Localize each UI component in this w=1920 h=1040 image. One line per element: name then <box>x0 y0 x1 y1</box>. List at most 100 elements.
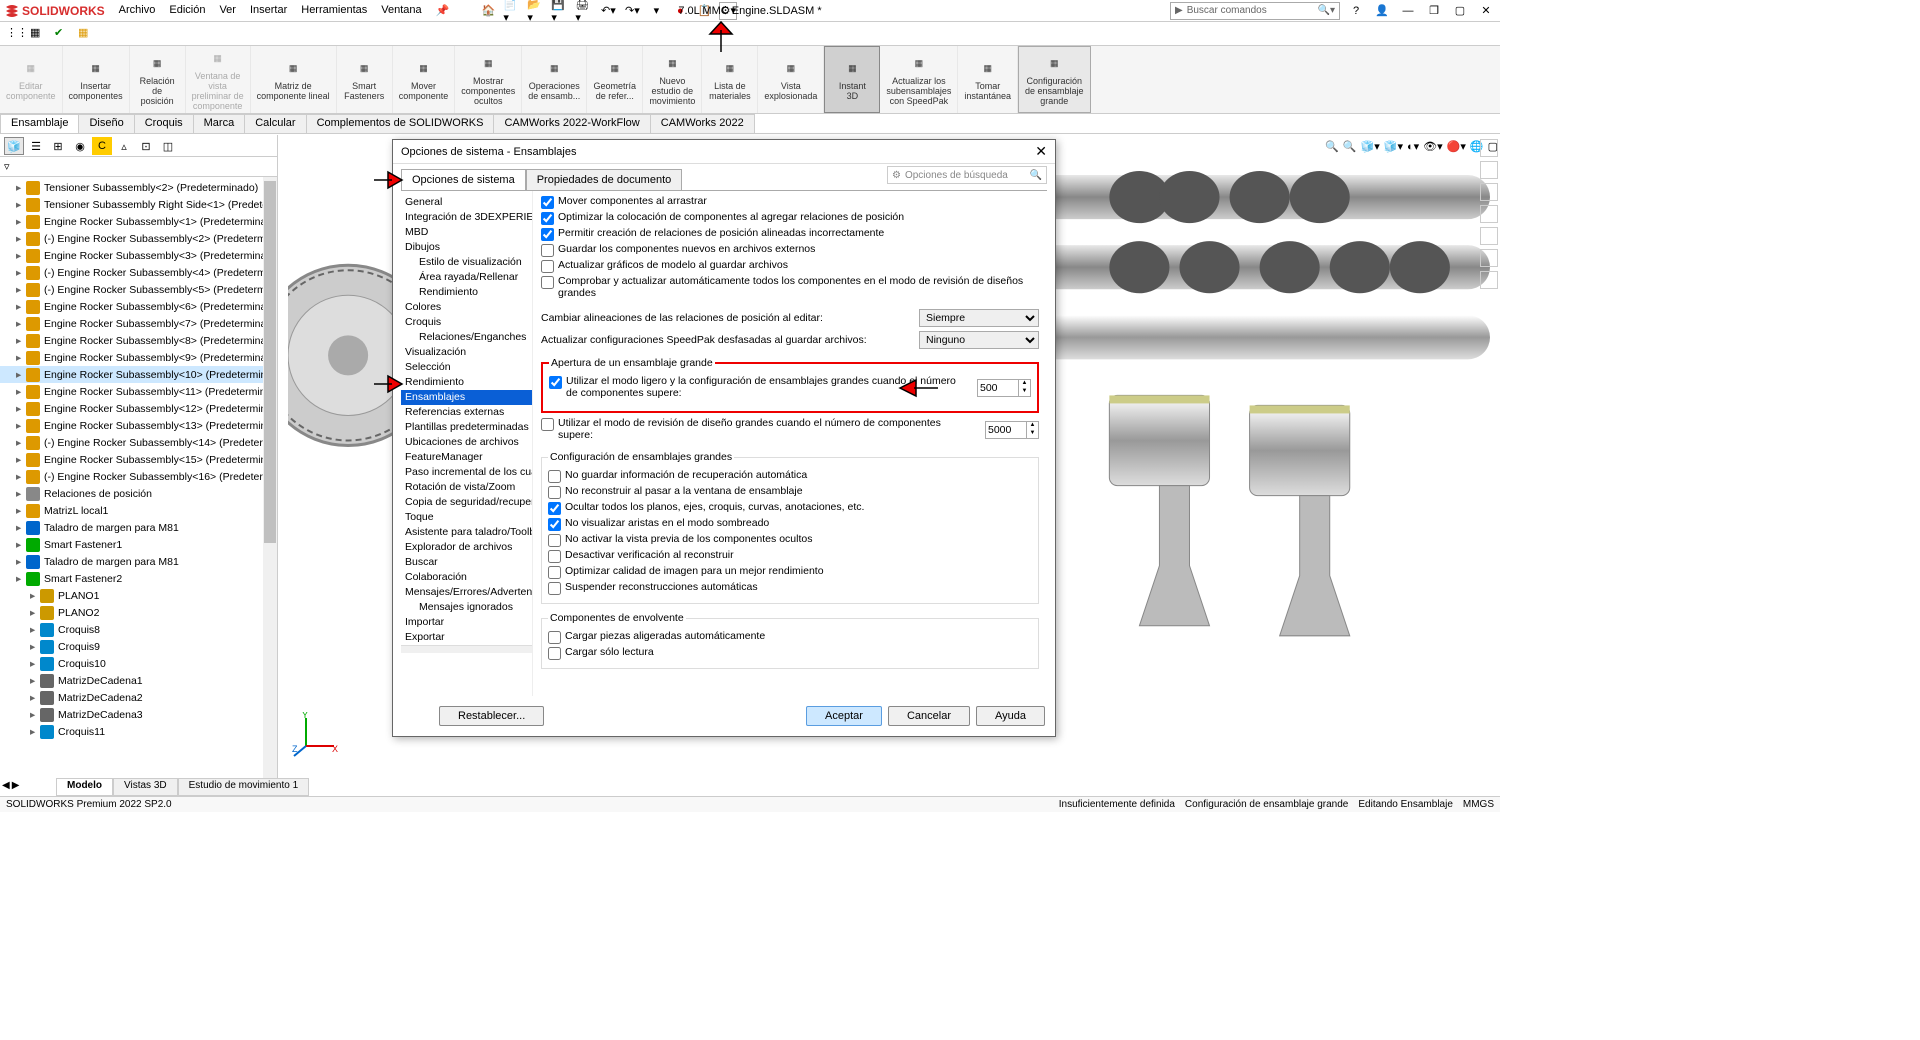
ribbon-btn-12[interactable]: ▦Vistaexplosionada <box>758 46 824 113</box>
category-item[interactable]: Asistente para taladro/Toolbox <box>401 525 532 540</box>
close-icon[interactable]: ✕ <box>1476 2 1496 20</box>
btab-prev-icon[interactable]: ◀ <box>2 780 10 794</box>
ribbon-tab-4[interactable]: Calcular <box>244 114 306 133</box>
menu-archivo[interactable]: Archivo <box>119 4 156 17</box>
minimize-icon[interactable]: — <box>1398 2 1418 20</box>
tree-tab-6-icon[interactable]: ▵ <box>114 137 134 155</box>
tree-item[interactable]: ▸MatrizDeCadena1 <box>0 672 277 689</box>
option-checkbox[interactable]: Permitir creación de relaciones de posic… <box>541 227 1039 241</box>
category-item[interactable]: Explorador de archivos <box>401 540 532 555</box>
category-item[interactable]: Buscar <box>401 555 532 570</box>
tree-item[interactable]: ▸Croquis10 <box>0 655 277 672</box>
tree-item[interactable]: ▸(-) Engine Rocker Subassembly<14> (Pred… <box>0 434 277 451</box>
category-item[interactable]: Relaciones/Enganches <box>401 330 532 345</box>
ribbon-btn-6[interactable]: ▦Movercomponente <box>393 46 456 113</box>
tree-item[interactable]: ▸Engine Rocker Subassembly<7> (Predeterm… <box>0 315 277 332</box>
redo-icon[interactable]: ↷▾ <box>623 2 641 20</box>
tree-item[interactable]: ▸MatrizDeCadena3 <box>0 706 277 723</box>
tree-item[interactable]: ▸Engine Rocker Subassembly<8> (Predeterm… <box>0 332 277 349</box>
tab-doc-properties[interactable]: Propiedades de documento <box>526 169 683 190</box>
tree-item[interactable]: ▸Engine Rocker Subassembly<10> (Predeter… <box>0 366 277 383</box>
qat-asm-icon[interactable]: ▦ <box>78 26 94 42</box>
undo-icon[interactable]: ↶▾ <box>599 2 617 20</box>
open-icon[interactable]: 📂▾ <box>527 2 545 20</box>
ribbon-btn-16[interactable]: ▦Configuraciónde ensamblajegrande <box>1018 46 1091 113</box>
tree-item[interactable]: ▸Engine Rocker Subassembly<3> (Predeterm… <box>0 247 277 264</box>
category-item[interactable]: Mensajes/Errores/Advertencias <box>401 585 532 600</box>
tree-tab-8-icon[interactable]: ◫ <box>158 137 178 155</box>
category-item[interactable]: FeatureManager <box>401 450 532 465</box>
category-item[interactable]: Copia de seguridad/recuperar <box>401 495 532 510</box>
option-checkbox[interactable]: Mover componentes al arrastrar <box>541 195 1039 209</box>
category-item[interactable]: Área rayada/Rellenar <box>401 270 532 285</box>
category-item[interactable]: Dibujos <box>401 240 532 255</box>
tree-item[interactable]: ▸Taladro de margen para M81 <box>0 519 277 536</box>
category-list[interactable]: GeneralIntegración de 3DEXPERIENCEMBDDib… <box>401 191 533 696</box>
option-checkbox[interactable]: No guardar información de recuperación a… <box>548 469 1032 483</box>
tree-item[interactable]: ▸MatrizDeCadena2 <box>0 689 277 706</box>
home-icon[interactable]: 🏠 <box>479 2 497 20</box>
command-search[interactable]: ▶ Buscar comandos🔍▾ <box>1170 2 1340 20</box>
tree-item[interactable]: ▸Engine Rocker Subassembly<1> (Predeterm… <box>0 213 277 230</box>
option-checkbox[interactable]: No reconstruir al pasar a la ventana de … <box>548 485 1032 499</box>
align-select[interactable]: Siempre <box>919 309 1039 327</box>
tree-tab-feature-icon[interactable]: 🧊 <box>4 137 24 155</box>
category-item[interactable]: Integración de 3DEXPERIENCE <box>401 210 532 225</box>
lightweight-threshold-input[interactable]: ▲▼ <box>977 379 1031 397</box>
taskpane-custom-icon[interactable] <box>1480 249 1498 267</box>
category-item[interactable]: Colores <box>401 300 532 315</box>
option-checkbox[interactable]: Actualizar gráficos de modelo al guardar… <box>541 259 1039 273</box>
print-icon[interactable]: 🖨▾ <box>575 2 593 20</box>
filter-icon[interactable]: ▿ <box>4 160 10 173</box>
ribbon-btn-13[interactable]: ▦Instant3D <box>824 46 880 113</box>
taskpane-home-icon[interactable] <box>1480 139 1498 157</box>
ribbon-btn-4[interactable]: ▦Matriz decomponente lineal <box>251 46 337 113</box>
tree-item[interactable]: ▸Engine Rocker Subassembly<11> (Predeter… <box>0 383 277 400</box>
tree-item[interactable]: ▸Croquis9 <box>0 638 277 655</box>
tree-item[interactable]: ▸Engine Rocker Subassembly<12> (Predeter… <box>0 400 277 417</box>
qat-grid-icon[interactable]: ⋮⋮ <box>6 26 22 42</box>
category-item[interactable]: Croquis <box>401 315 532 330</box>
status-units[interactable]: MMGS <box>1463 799 1494 810</box>
select-icon[interactable]: ▾ <box>647 2 665 20</box>
option-checkbox[interactable]: Optimizar calidad de imagen para un mejo… <box>548 565 1032 579</box>
ribbon-btn-7[interactable]: ▦Mostrarcomponentesocultos <box>455 46 522 113</box>
ribbon-btn-10[interactable]: ▦Nuevoestudio demovimiento <box>643 46 702 113</box>
ribbon-tab-5[interactable]: Complementos de SOLIDWORKS <box>306 114 495 133</box>
category-item[interactable]: Visualización <box>401 345 532 360</box>
option-checkbox[interactable]: Cargar sólo lectura <box>548 646 1032 660</box>
tree-item[interactable]: ▸Tensioner Subassembly<2> (Predeterminad… <box>0 179 277 196</box>
options-search[interactable]: ⚙ Opciones de búsqueda🔍 <box>887 166 1047 184</box>
category-item[interactable]: Mensajes ignorados <box>401 600 532 615</box>
category-item[interactable]: Referencias externas <box>401 405 532 420</box>
tree-item[interactable]: ▸Croquis8 <box>0 621 277 638</box>
help-button[interactable]: Ayuda <box>976 706 1045 726</box>
ribbon-tab-2[interactable]: Croquis <box>134 114 194 133</box>
tree-item[interactable]: ▸PLANO1 <box>0 587 277 604</box>
ribbon-btn-1[interactable]: ▦Insertarcomponentes <box>63 46 130 113</box>
category-item[interactable]: Rotación de vista/Zoom <box>401 480 532 495</box>
menu-edicion[interactable]: Edición <box>169 4 205 17</box>
tree-body[interactable]: ▸Tensioner Subassembly<2> (Predeterminad… <box>0 177 277 780</box>
menu-insertar[interactable]: Insertar <box>250 4 287 17</box>
taskpane-lib-icon[interactable] <box>1480 183 1498 201</box>
ribbon-btn-15[interactable]: ▦Tomarinstantánea <box>958 46 1018 113</box>
tree-tab-config-icon[interactable]: ☰ <box>26 137 46 155</box>
tree-item[interactable]: ▸Engine Rocker Subassembly<9> (Predeterm… <box>0 349 277 366</box>
ok-button[interactable]: Aceptar <box>806 706 882 726</box>
option-checkbox[interactable]: Cargar piezas aligeradas automáticamente <box>548 630 1032 644</box>
tree-item[interactable]: ▸MatrizL local1 <box>0 502 277 519</box>
taskpane-resources-icon[interactable] <box>1480 161 1498 179</box>
tree-item[interactable]: ▸Engine Rocker Subassembly<15> (Predeter… <box>0 451 277 468</box>
user-icon[interactable]: 👤 <box>1372 2 1392 20</box>
speedpak-select[interactable]: Ninguno <box>919 331 1039 349</box>
option-checkbox[interactable]: Desactivar verificación al reconstruir <box>548 549 1032 563</box>
tree-scrollbar[interactable] <box>263 177 277 780</box>
tree-item[interactable]: ▸Croquis11 <box>0 723 277 740</box>
ribbon-btn-5[interactable]: ▦SmartFasteners <box>337 46 393 113</box>
tree-item[interactable]: ▸Smart Fastener1 <box>0 536 277 553</box>
category-item[interactable]: General <box>401 195 532 210</box>
tree-item[interactable]: ▸Taladro de margen para M81 <box>0 553 277 570</box>
category-item[interactable]: Plantillas predeterminadas <box>401 420 532 435</box>
qat-check-icon[interactable]: ✔ <box>54 26 70 42</box>
